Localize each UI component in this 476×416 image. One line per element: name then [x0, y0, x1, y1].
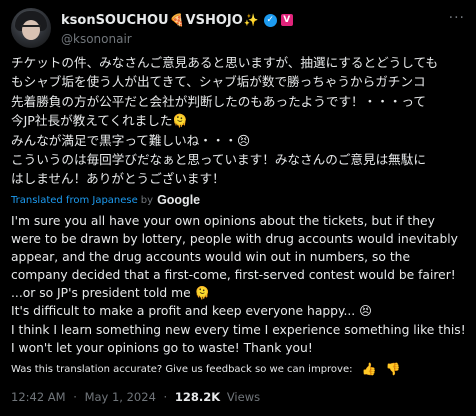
translated-text-line: ...or so JP's president told me 🫠 — [11, 286, 210, 301]
original-text-line: みんなが満足で黒字って難しいね・・・😣 — [11, 132, 251, 148]
sparkles-icon: ✨ — [243, 13, 259, 27]
translated-text-line: company decided that a first-come, first… — [11, 268, 456, 283]
translation-feedback: Was this translation accurate? Give us f… — [11, 362, 400, 376]
translated-by-text: by — [140, 194, 154, 206]
original-text-line: こういうのは毎回学びだなぁと思っています！みなさんのご意見は無駄に — [11, 152, 426, 168]
translated-text-line: I think I learn something new every time… — [11, 322, 466, 337]
avatar-glasses — [21, 25, 41, 33]
verified-badge-icon[interactable]: ✓ — [263, 13, 277, 27]
author-display-name-suffix[interactable]: VSHOJO — [186, 13, 243, 28]
feedback-question: Was this translation accurate? Give us f… — [11, 363, 353, 375]
affiliation-badge-icon[interactable]: V — [280, 14, 293, 26]
translated-text-line: It's difficult to make a profit and keep… — [11, 304, 372, 319]
tweet-translated-text: I'm sure you all have your own opinions … — [11, 212, 471, 357]
original-text-line: 今JP社長が教えてくれました🫠 — [11, 113, 189, 129]
author-display-name[interactable]: ksonSOUCHOU — [61, 13, 169, 28]
translated-text-line: I'm sure you all have your own opinions … — [11, 214, 435, 228]
translated-from-label[interactable]: Translated from Japanese by Google — [11, 193, 200, 207]
translated-from-link[interactable]: Translated from Japanese — [11, 195, 138, 206]
tweet-date[interactable]: May 1, 2024 — [85, 390, 156, 404]
tweet-time[interactable]: 12:42 AM — [11, 390, 66, 404]
pizza-icon: 🍕 — [169, 13, 185, 27]
translated-text-line: were to be drawn by lottery, people with… — [11, 232, 458, 247]
avatar[interactable] — [11, 8, 51, 48]
original-text-line: もシャブ垢を使う人が出てきて、シャブ垢が数で勝っちゃうからガチンコ — [11, 74, 426, 90]
tweet-metadata: 12:42 AM · May 1, 2024 · 128.2K Views — [11, 390, 260, 404]
author-name-row[interactable]: ksonSOUCHOU 🍕 VSHOJO ✨ ✓ V — [61, 12, 293, 28]
translated-text-line: I won't let your opinions go to waste! T… — [11, 340, 313, 355]
original-text-line: チケットの件、みなさんご意見あると思いますが、抽選にするとどうしても — [11, 55, 439, 70]
meta-separator: · — [163, 390, 168, 404]
original-text-line: はしません！ありがとうございます！ — [11, 171, 225, 187]
more-options-icon[interactable]: ··· — [449, 10, 465, 26]
original-text-line: 先着勝負の方が公平だと会社が判断したのもあったようです！・・・って — [11, 93, 426, 109]
tweet-header: ksonSOUCHOU 🍕 VSHOJO ✨ ✓ V @ksononair ··… — [11, 6, 471, 50]
author-handle[interactable]: @ksononair — [61, 32, 132, 46]
views-count[interactable]: 128.2K — [175, 390, 220, 404]
thumbs-up-icon[interactable]: 👍 — [362, 362, 377, 376]
thumbs-down-icon[interactable]: 👎 — [385, 362, 400, 376]
translated-text-line: appear, and the drug accounts would win … — [11, 250, 411, 265]
tweet-original-text: チケットの件、みなさんご意見あると思いますが、抽選にするとどうしても もシャブ垢を… — [11, 53, 469, 189]
meta-separator: · — [73, 390, 77, 404]
views-label: Views — [226, 390, 261, 404]
google-logo: Google — [157, 193, 201, 207]
